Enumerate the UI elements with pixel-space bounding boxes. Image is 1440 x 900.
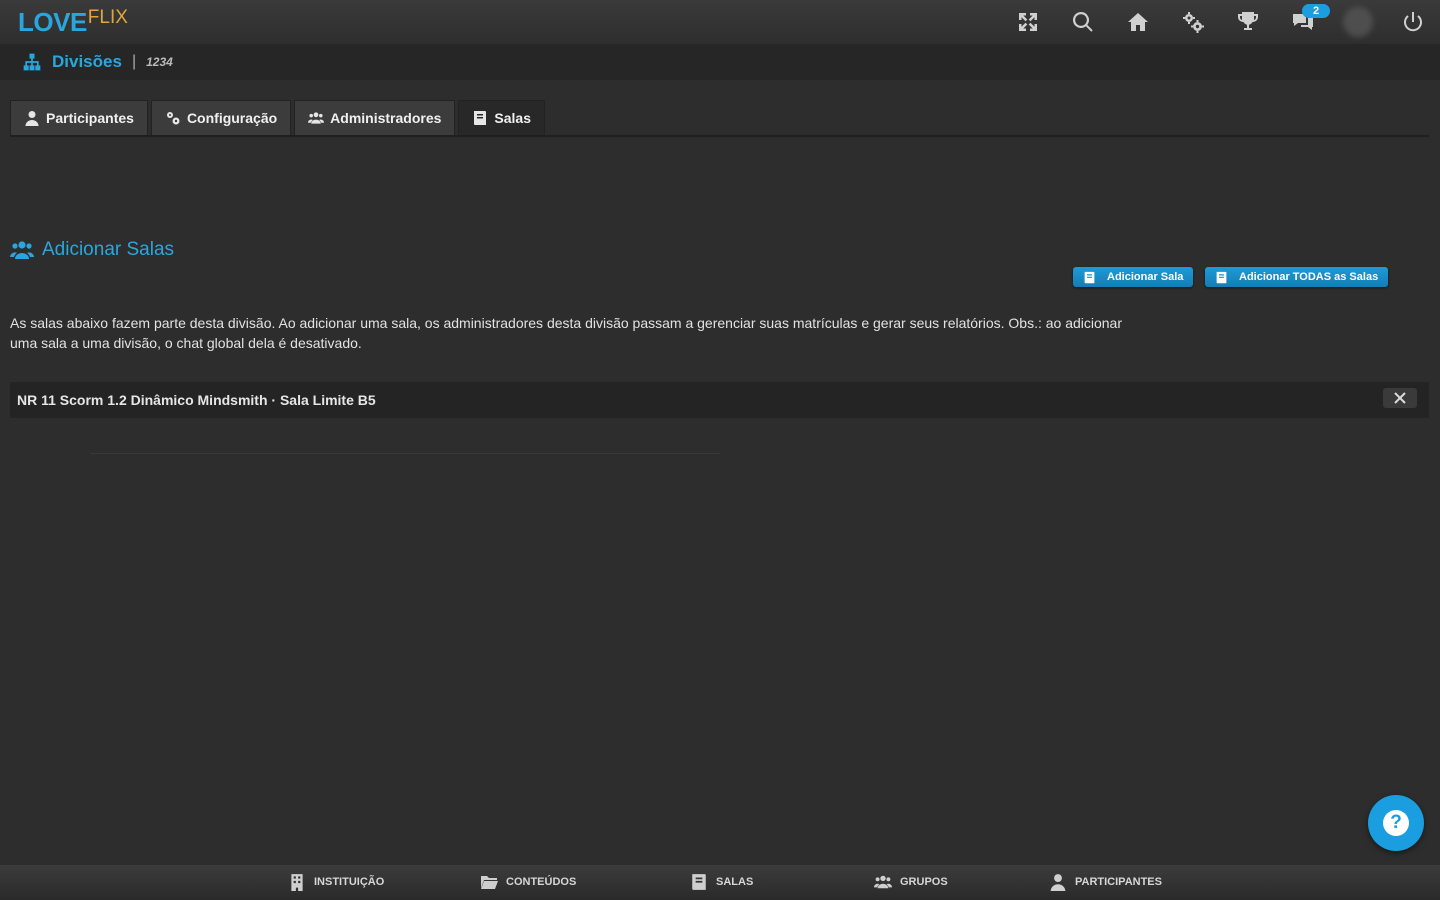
section-description: As salas abaixo fazem parte desta divisã… [10, 315, 1123, 351]
bottom-nav-label: PARTICIPANTES [1075, 876, 1162, 888]
bottom-nav-label: INSTITUIÇÃO [314, 876, 385, 888]
tab-label: Administradores [330, 110, 442, 126]
section-heading: Adicionar Salas [10, 238, 174, 262]
tab-bar: Participantes Configuração Administrador… [10, 100, 548, 136]
breadcrumb: Divisões | 1234 [22, 52, 173, 72]
brand-logo-love: LOVE [18, 7, 87, 37]
tab-salas[interactable]: Salas [458, 100, 546, 136]
section-title: Adicionar Salas [42, 239, 175, 260]
brand-logo-flix: FLIX [87, 7, 128, 28]
users-icon [874, 875, 892, 889]
gears-icon [166, 112, 180, 125]
chat-icon[interactable]: 2 [1275, 0, 1330, 44]
room-name: NR 11 Scorm 1.2 Dinâmico Mindsmith · Sal… [17, 392, 376, 408]
power-icon[interactable] [1385, 0, 1440, 44]
divider [90, 453, 720, 454]
avatar-image [1342, 7, 1373, 37]
search-icon[interactable] [1055, 0, 1110, 44]
help-icon: ? [1383, 810, 1409, 836]
tab-label: Configuração [186, 110, 278, 126]
breadcrumb-separator: | [131, 53, 137, 70]
breadcrumb-bar: Divisões | 1234 [0, 44, 1440, 80]
user-icon [1050, 874, 1066, 891]
bottom-nav-instituicao[interactable]: INSTITUIÇÃO [288, 873, 384, 891]
remove-room-button[interactable] [1383, 388, 1417, 408]
room-row: NR 11 Scorm 1.2 Dinâmico Mindsmith · Sal… [10, 382, 1429, 418]
add-all-rooms-button[interactable]: Adicionar TODAS as Salas [1205, 267, 1389, 287]
bottom-nav-label: GRUPOS [900, 876, 948, 888]
bottom-nav-salas[interactable]: SALAS [690, 873, 753, 891]
book-icon [692, 874, 706, 890]
tab-configuracao[interactable]: Configuração [150, 100, 292, 136]
top-bar: LOVE FLIX 2 [0, 0, 1440, 44]
bottom-nav-label: CONTEÚDOS [506, 876, 577, 888]
home-icon[interactable] [1110, 0, 1165, 44]
book-icon [474, 111, 487, 125]
user-icon [25, 111, 39, 126]
chat-badge: 2 [1302, 4, 1330, 18]
add-all-rooms-label: Adicionar TODAS as Salas [1239, 271, 1379, 283]
help-button[interactable]: ? [1368, 795, 1424, 851]
close-icon [1394, 392, 1406, 404]
fullscreen-icon[interactable] [1000, 0, 1055, 44]
avatar[interactable] [1330, 0, 1385, 44]
tab-participantes[interactable]: Participantes [10, 100, 148, 136]
tab-label: Participantes [46, 110, 134, 126]
add-room-button[interactable]: Adicionar Sala [1073, 267, 1194, 287]
page-title[interactable]: Divisões [52, 52, 122, 72]
tab-divider [10, 135, 1429, 137]
building-icon [291, 874, 303, 891]
bottom-nav-conteudos[interactable]: CONTEÚDOS [480, 873, 576, 891]
book-icon [1084, 271, 1095, 283]
add-room-label: Adicionar Sala [1107, 271, 1184, 283]
brand-logo[interactable]: LOVE FLIX [18, 7, 128, 37]
book-icon [1216, 271, 1227, 283]
folder-icon [481, 876, 498, 889]
users-icon [308, 112, 325, 124]
sitemap-icon [23, 53, 41, 71]
bottom-nav-label: SALAS [716, 876, 754, 888]
tab-administradores[interactable]: Administradores [294, 100, 456, 136]
settings-icon[interactable] [1165, 0, 1220, 44]
bottom-nav-participantes[interactable]: PARTICIPANTES [1049, 873, 1162, 891]
division-id: 1234 [146, 55, 173, 69]
bottom-nav-grupos[interactable]: GRUPOS [874, 873, 948, 891]
top-icons: 2 [1000, 0, 1440, 44]
trophy-icon[interactable] [1220, 0, 1275, 44]
bottom-nav: INSTITUIÇÃO CONTEÚDOS SALAS GRUPOS PARTI… [0, 865, 1440, 900]
users-icon [10, 241, 34, 259]
tab-label: Salas [494, 110, 532, 126]
